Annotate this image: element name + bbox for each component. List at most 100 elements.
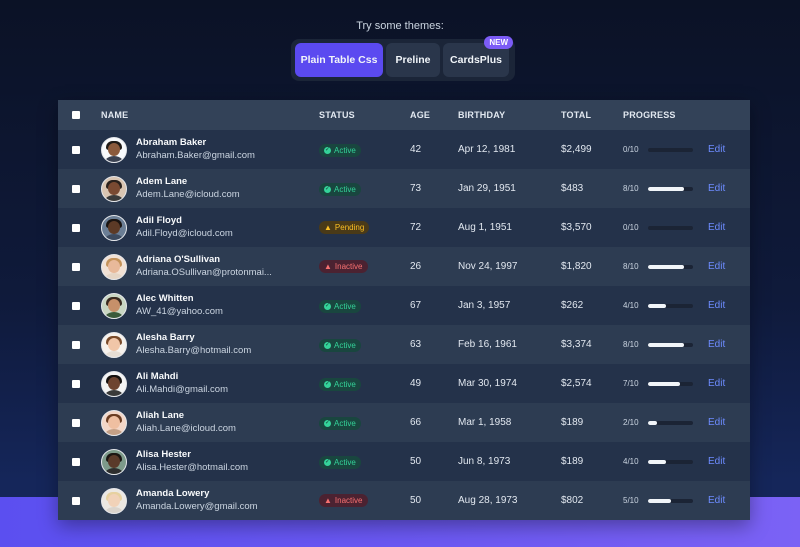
- table-row: Aliah Lane Aliah.Lane@icloud.com ✓ Active 66…: [58, 403, 750, 442]
- status-label: Active: [334, 184, 356, 194]
- age-cell: 72: [410, 222, 422, 233]
- table-body: Abraham Baker Abraham.Baker@gmail.com ✓ Act…: [58, 130, 750, 520]
- theme-button-label: Preline: [395, 54, 431, 66]
- progress-cell: 2/10: [623, 418, 708, 427]
- theme-button-label: CardsPlus: [450, 54, 502, 66]
- edit-link[interactable]: Edit: [708, 417, 725, 428]
- birthday-cell: Mar 30, 1974: [458, 378, 517, 389]
- birthday-cell: Nov 24, 1997: [458, 261, 518, 272]
- progress-cell: 4/10: [623, 301, 708, 310]
- edit-link[interactable]: Edit: [708, 339, 725, 350]
- column-header-birthday[interactable]: BIRTHDAY: [458, 100, 561, 130]
- row-checkbox[interactable]: [72, 379, 80, 388]
- name-cell: Aliah Lane Aliah.Lane@icloud.com: [101, 409, 319, 436]
- person-name: Alesha Barry: [136, 331, 195, 343]
- birthday-cell: Jan 29, 1951: [458, 183, 516, 194]
- progress-text: 4/10: [623, 301, 639, 310]
- name-cell: Adem Lane Adem.Lane@icloud.com: [101, 175, 319, 202]
- progress-bar: [648, 303, 693, 308]
- progress-fill: [648, 381, 680, 386]
- row-checkbox[interactable]: [72, 262, 80, 271]
- birthday-cell: Jan 3, 1957: [458, 300, 511, 311]
- select-all-checkbox[interactable]: [72, 111, 80, 119]
- alert-triangle-icon: ▲: [324, 261, 332, 271]
- theme-cardsplus-button[interactable]: CardsPlus NEW: [443, 36, 513, 77]
- progress-bar: [648, 381, 693, 386]
- name-cell: Alesha Barry Alesha.Barry@hotmail.com: [101, 331, 319, 358]
- table-row: Amanda Lowery Amanda.Lowery@gmail.com ▲ Ina…: [58, 481, 750, 520]
- row-checkbox[interactable]: [72, 223, 80, 232]
- edit-link[interactable]: Edit: [708, 300, 725, 311]
- column-header-name[interactable]: NAME: [101, 100, 319, 130]
- row-checkbox[interactable]: [72, 496, 80, 505]
- status-label: Active: [334, 418, 356, 428]
- person-email: AW_41@yahoo.com: [136, 305, 223, 317]
- progress-text: 8/10: [623, 340, 639, 349]
- edit-link[interactable]: Edit: [708, 378, 725, 389]
- name-cell: Abraham Baker Abraham.Baker@gmail.com: [101, 136, 319, 163]
- edit-link[interactable]: Edit: [708, 261, 725, 272]
- progress-bar: [648, 225, 693, 230]
- avatar: [101, 370, 127, 397]
- progress-text: 7/10: [623, 379, 639, 388]
- column-header-status[interactable]: STATUS: [319, 100, 410, 130]
- row-checkbox[interactable]: [72, 145, 80, 154]
- status-badge: ✓ Active: [319, 143, 361, 157]
- row-checkbox[interactable]: [72, 457, 80, 466]
- birthday-cell: Jun 8, 1973: [458, 456, 511, 467]
- avatar: [101, 448, 127, 475]
- edit-link[interactable]: Edit: [708, 183, 725, 194]
- status-label: Inactive: [334, 262, 363, 271]
- theme-preline-button[interactable]: Preline: [386, 43, 440, 77]
- person-name: Adem Lane: [136, 175, 188, 187]
- table-row: Abraham Baker Abraham.Baker@gmail.com ✓ Act…: [58, 130, 750, 169]
- progress-text: 0/10: [623, 223, 639, 232]
- person-name: Alisa Hester: [136, 448, 191, 460]
- edit-link[interactable]: Edit: [708, 222, 725, 233]
- name-cell: Alec Whitten AW_41@yahoo.com: [101, 292, 319, 319]
- row-checkbox[interactable]: [72, 301, 80, 310]
- birthday-cell: Feb 16, 1961: [458, 339, 517, 350]
- progress-fill: [648, 342, 684, 347]
- progress-bar: [648, 264, 693, 269]
- status-label: Inactive: [334, 496, 363, 505]
- edit-link[interactable]: Edit: [708, 456, 725, 467]
- status-label: Active: [334, 145, 356, 155]
- person-email: Aliah.Lane@icloud.com: [136, 422, 236, 434]
- progress-text: 0/10: [623, 145, 639, 154]
- edit-link[interactable]: Edit: [708, 144, 725, 155]
- age-cell: 50: [410, 495, 422, 506]
- avatar: [101, 331, 127, 358]
- age-cell: 73: [410, 183, 422, 194]
- status-label: Active: [334, 379, 356, 389]
- check-circle-icon: ✓: [324, 380, 331, 388]
- column-header-progress[interactable]: PROGRESS: [623, 100, 708, 130]
- birthday-cell: Mar 1, 1958: [458, 417, 512, 428]
- table-row: Alec Whitten AW_41@yahoo.com ✓ Active 67 Jan …: [58, 286, 750, 325]
- new-badge: NEW: [484, 36, 513, 49]
- theme-switcher: Plain Table Css Preline CardsPlus NEW: [291, 36, 515, 81]
- row-checkbox[interactable]: [72, 184, 80, 193]
- check-circle-icon: ✓: [324, 302, 331, 310]
- column-header-age[interactable]: AGE: [410, 100, 458, 130]
- progress-bar: [648, 147, 693, 152]
- total-cell: $189: [561, 456, 584, 467]
- age-cell: 49: [410, 378, 422, 389]
- avatar: [101, 409, 127, 436]
- edit-link[interactable]: Edit: [708, 495, 725, 506]
- person-email: Adil.Floyd@icloud.com: [136, 227, 233, 239]
- row-checkbox[interactable]: [72, 418, 80, 427]
- progress-cell: 5/10: [623, 496, 708, 505]
- column-header-total[interactable]: TOTAL: [561, 100, 623, 130]
- users-table-container: NAME STATUS AGE BIRTHDAY TOTAL PROGRESS …: [58, 100, 750, 520]
- total-cell: $262: [561, 300, 584, 311]
- theme-plain-table-css-button[interactable]: Plain Table Css: [295, 43, 383, 77]
- progress-text: 4/10: [623, 457, 639, 466]
- table-row: Adem Lane Adem.Lane@icloud.com ✓ Active 73 Ja…: [58, 169, 750, 208]
- progress-cell: 7/10: [623, 379, 708, 388]
- total-cell: $1,820: [561, 261, 592, 272]
- progress-fill: [648, 264, 684, 269]
- row-checkbox[interactable]: [72, 340, 80, 349]
- name-cell: Alisa Hester Alisa.Hester@hotmail.com: [101, 448, 319, 475]
- birthday-cell: Apr 12, 1981: [458, 144, 516, 155]
